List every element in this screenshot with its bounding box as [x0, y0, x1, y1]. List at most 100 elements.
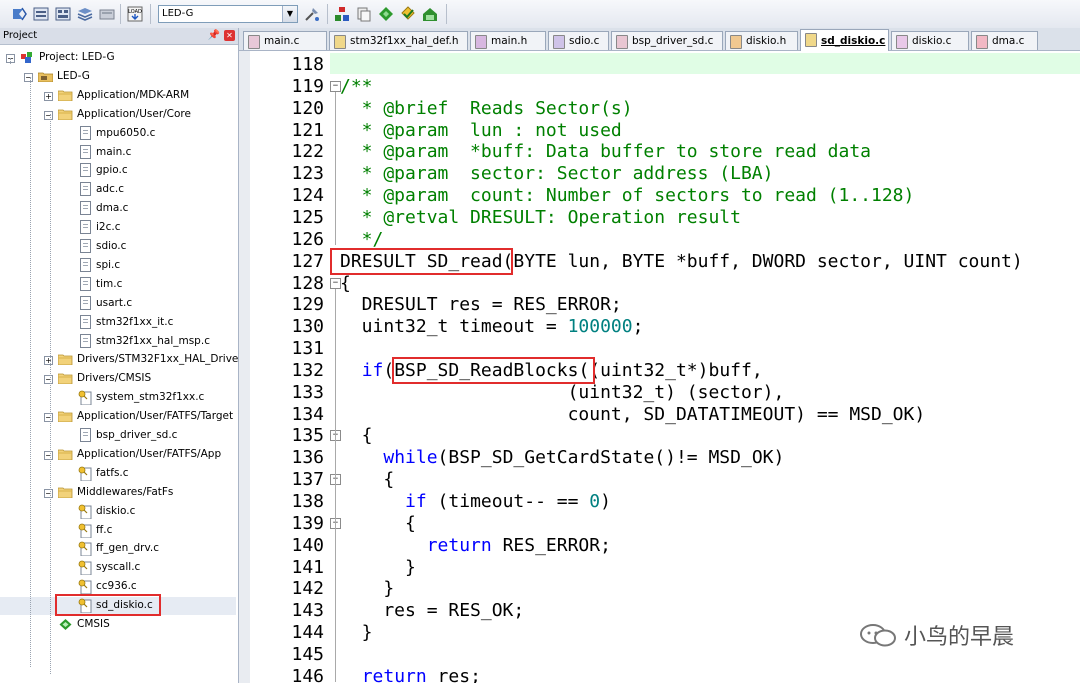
file-icon — [80, 144, 91, 159]
select-packs-icon[interactable] — [399, 5, 417, 23]
tree-item-label: Drivers/STM32F1xx_HAL_Driver — [77, 353, 243, 366]
fold-guide — [335, 91, 336, 245]
tree-item-drivers-stm32f1xx-hal-driver[interactable]: + Drivers/STM32F1xx_HAL_Driver — [0, 351, 243, 369]
tab-sdio-c[interactable]: sdio.c — [548, 31, 609, 50]
line-number: 127 — [291, 250, 324, 272]
tree-item-i2c-c[interactable]: i2c.c — [0, 219, 236, 237]
expand-icon[interactable]: + — [44, 91, 53, 101]
chat-bubbles-icon — [860, 624, 896, 647]
tab-label: sd_diskio.c — [821, 35, 886, 47]
target-icon — [38, 72, 53, 82]
tree-item-ff-gen-drv-c[interactable]: ff_gen_drv.c — [0, 540, 236, 558]
rebuild-icon[interactable] — [54, 5, 72, 23]
batch-build-icon[interactable] — [76, 5, 94, 23]
collapse-icon[interactable]: − — [44, 110, 53, 120]
line-number: 130 — [291, 316, 324, 338]
code-line-120: 120 * @brief Reads Sector(s) — [239, 98, 1080, 120]
tree-item-application-user-core[interactable]: − Application/User/Core — [0, 106, 236, 124]
code-text: if (timeout-- == 0) — [340, 491, 611, 513]
tab-main-h[interactable]: main.h — [470, 31, 546, 50]
pin-icon[interactable]: 📌 — [208, 30, 220, 41]
tab-diskio-c[interactable]: diskio.c — [891, 31, 969, 50]
tree-item-ff-c[interactable]: ff.c — [0, 522, 236, 540]
project-panel: Project 📌 ✕ − Project: LED-G − LED-G + Applic… — [0, 28, 243, 683]
line-number: 119 — [291, 75, 324, 97]
tree-item-tim-c[interactable]: tim.c — [0, 276, 236, 294]
project-panel-header: Project 📌 ✕ — [0, 28, 238, 45]
tree-item-middlewares-fatfs[interactable]: − Middlewares/FatFs — [0, 484, 236, 502]
code-token: return — [361, 665, 427, 683]
file-extensions-icon[interactable] — [355, 5, 373, 23]
code-token: (timeout-- == — [426, 491, 590, 512]
tab-bsp-driver-sd-c[interactable]: bsp_driver_sd.c — [611, 31, 723, 50]
tree-item-bsp-driver-sd-c[interactable]: bsp_driver_sd.c — [0, 427, 236, 445]
line-number: 120 — [291, 97, 324, 119]
tree-item-main-c[interactable]: main.c — [0, 144, 236, 162]
tree-item-gpio-c[interactable]: gpio.c — [0, 162, 236, 180]
tree-item-label: spi.c — [96, 258, 121, 271]
code-text: } — [340, 622, 373, 644]
code-editor[interactable]: 118 119−/** 120 * @brief Reads Sector(s) 12… — [239, 51, 1080, 683]
tab-main-c[interactable]: main.c — [243, 31, 327, 50]
tab-diskio-h[interactable]: diskio.h — [725, 31, 798, 50]
code-line-137: 137− { — [239, 469, 1080, 491]
code-token: if — [405, 491, 427, 512]
expand-icon[interactable]: + — [44, 356, 53, 366]
code-token: DRESULT res = RES_ERROR; — [340, 294, 622, 316]
translate-icon[interactable] — [10, 5, 28, 23]
collapse-icon[interactable]: − — [44, 413, 53, 423]
manage-components-icon[interactable] — [333, 5, 351, 23]
file-icon — [80, 182, 91, 197]
collapse-icon[interactable]: − — [44, 450, 53, 460]
tree-item-drivers-cmsis[interactable]: − Drivers/CMSIS — [0, 370, 236, 388]
file-icon — [80, 333, 91, 348]
line-number: 143 — [291, 600, 324, 622]
tree-item-application-user-fatfs-app[interactable]: − Application/User/FATFS/App — [0, 446, 236, 464]
tab-sd-diskio-c[interactable]: sd_diskio.c — [800, 29, 889, 51]
tree-item-mpu6050-c[interactable]: mpu6050.c — [0, 125, 236, 143]
run-icon[interactable] — [421, 5, 439, 23]
tree-item-usart-c[interactable]: usart.c — [0, 295, 236, 313]
tree-item-led-g[interactable]: − LED-G — [0, 68, 236, 86]
file-key-icon — [78, 504, 92, 519]
close-icon[interactable]: ✕ — [224, 30, 235, 41]
file-icon — [80, 276, 91, 291]
line-number: 118 — [291, 54, 324, 75]
tree-item-stm32f1xx-it-c[interactable]: stm32f1xx_it.c — [0, 314, 236, 332]
tree-item-cmsis[interactable]: CMSIS — [0, 616, 236, 634]
tree-item-dma-c[interactable]: dma.c — [0, 200, 236, 218]
collapse-icon[interactable]: − — [24, 72, 33, 82]
tree-item-adc-c[interactable]: adc.c — [0, 181, 236, 199]
tab-label: bsp_driver_sd.c — [632, 35, 714, 47]
tree-item-system-stm32f1xx-c[interactable]: system_stm32f1xx.c — [0, 389, 236, 407]
build-icon[interactable] — [32, 5, 50, 23]
tree-item-label: gpio.c — [96, 164, 128, 177]
code-line-129: 129 DRESULT res = RES_ERROR; — [239, 294, 1080, 316]
target-options-icon[interactable] — [303, 5, 321, 23]
target-select[interactable]: LED-G ▼ — [158, 5, 298, 23]
tree-item-label: LED-G — [57, 69, 90, 82]
stop-build-icon[interactable] — [98, 5, 116, 23]
tab-dma-c[interactable]: dma.c — [971, 31, 1038, 50]
collapse-icon[interactable]: − — [44, 375, 53, 385]
tree-item-sdio-c[interactable]: sdio.c — [0, 238, 236, 256]
tree-item-project-led-g[interactable]: − Project: LED-G — [0, 49, 236, 67]
tree-item-sd-diskio-c[interactable]: sd_diskio.c — [0, 594, 236, 617]
download-icon[interactable]: LOAD — [126, 5, 144, 23]
tree-item-fatfs-c[interactable]: fatfs.c — [0, 465, 236, 483]
tab-stm32f1xx-hal-def-h[interactable]: stm32f1xx_hal_def.h — [329, 31, 468, 50]
code-token: } — [340, 622, 373, 644]
tree-item-application-user-fatfs-target[interactable]: − Application/User/FATFS/Target — [0, 408, 236, 426]
tree-item-spi-c[interactable]: spi.c — [0, 257, 236, 275]
tree-item-stm32f1xx-hal-msp-c[interactable]: stm32f1xx_hal_msp.c — [0, 333, 236, 351]
code-text: * @param *buff: Data buffer to store rea… — [340, 141, 871, 163]
tree-item-syscall-c[interactable]: syscall.c — [0, 559, 236, 577]
pack-installer-icon[interactable] — [377, 5, 395, 23]
collapse-icon[interactable]: − — [44, 488, 53, 498]
chevron-down-icon[interactable]: ▼ — [282, 6, 297, 22]
line-number: 141 — [291, 556, 324, 578]
tree-item-label: ff_gen_drv.c — [96, 542, 160, 555]
tree-item-diskio-c[interactable]: diskio.c — [0, 503, 236, 521]
tree-item-application-mdk-arm[interactable]: + Application/MDK-ARM — [0, 87, 236, 105]
tree-item-label: Application/User/FATFS/App — [77, 447, 222, 460]
